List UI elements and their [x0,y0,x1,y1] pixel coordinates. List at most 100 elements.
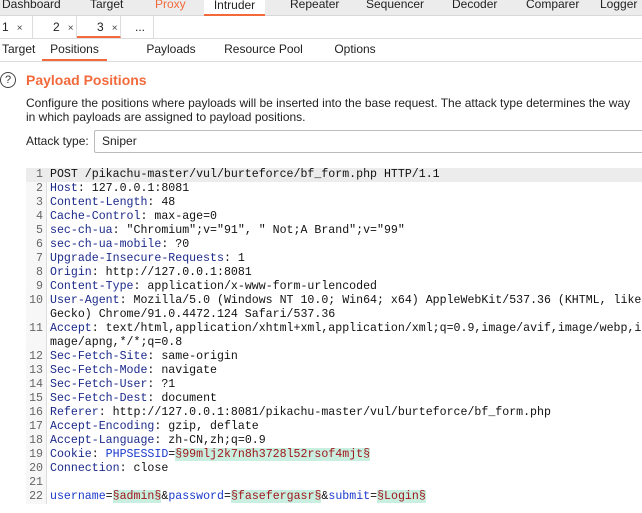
header-value: : 127.0.0.1:8081 [77,182,190,195]
close-icon[interactable]: × [112,23,118,34]
attack-tab-label: 3 [97,20,104,34]
request-line[interactable]: 12 Sec-Fetch-Site: same-origin [26,350,642,364]
sub-tab-payloads[interactable]: Payloads [143,39,199,61]
request-line[interactable]: 21 [26,476,642,490]
request-line[interactable]: 14 Sec-Fetch-User: ?1 [26,378,642,392]
main-tab-comparer[interactable]: Comparer [526,0,579,11]
header-value: : navigate [147,364,217,377]
parameter-name: submit [328,490,371,503]
request-line[interactable]: 3 Content-Length: 48 [26,196,642,210]
header-name: Sec-Fetch-Site [50,350,148,363]
header-name: Content-Type [50,280,134,293]
header-name: Content-Length [50,196,148,209]
line-number: 1 [36,168,43,181]
section-title: Payload Positions [26,72,147,88]
attack-tab-2[interactable]: 2 × [33,16,77,38]
header-value: : same-origin [147,350,238,363]
main-tab-decoder[interactable]: Decoder [452,0,497,11]
main-tab-sequencer[interactable]: Sequencer [366,0,424,11]
payload-position-marker[interactable]: §Login§ [377,490,426,503]
request-line[interactable]: 20 Connection: close [26,462,642,476]
line-number: 21 [29,476,43,489]
main-tab-logger[interactable]: Logger [600,0,637,11]
request-line[interactable]: 5 sec-ch-ua: "Chromium";v="91", " Not;A B… [26,224,642,238]
header-name: Referer [50,406,99,419]
header-name: Accept-Encoding [50,420,155,433]
main-tab-target[interactable]: Target [90,0,123,11]
payload-position-marker[interactable]: §99mlj2k7n8h3728l52rsof4mjt§ [175,448,371,461]
header-value: : text/html,application/xhtml+xml,applic… [50,322,642,349]
line-number: 12 [29,350,43,363]
request-line[interactable]: 8 Origin: http://127.0.0.1:8081 [26,266,642,280]
header-name: Sec-Fetch-Dest [50,392,148,405]
sub-tab-target[interactable]: Target [2,39,38,61]
attack-type-select[interactable]: Sniper [94,130,642,153]
request-line[interactable]: 10 User-Agent: Mozilla/5.0 (Windows NT 10… [26,294,642,322]
sub-tab-bar: Target Positions Payloads Resource Pool Opti… [0,39,642,62]
header-value: : zh-CN,zh;q=0.9 [154,434,266,447]
line-number: 4 [36,210,43,223]
sub-tab-positions[interactable]: Positions [42,39,107,61]
request-line[interactable]: 4 Cache-Control: max-age=0 [26,210,642,224]
line-number: 17 [29,420,43,433]
request-line[interactable]: 18 Accept-Language: zh-CN,zh;q=0.9 [26,434,642,448]
main-tab-repeater[interactable]: Repeater [290,0,339,11]
header-name: Origin [50,266,92,279]
header-name: Host [50,182,78,195]
header-value: : max-age=0 [140,210,217,223]
header-value: : 48 [147,196,176,209]
request-editor[interactable]: 1 POST /pikachu-master/vul/burteforce/bf_… [26,168,642,504]
line-number: 16 [29,406,43,419]
main-tab-dashboard[interactable]: Dashboard [2,0,61,11]
line-number: 5 [36,224,43,237]
line-number: 10 [29,294,43,307]
main-tab-proxy[interactable]: Proxy [155,0,186,11]
header-value: : http://127.0.0.1:8081 [91,266,252,279]
header-value: : gzip, deflate [154,420,259,433]
attack-tab-1[interactable]: 1 × [0,16,33,38]
line-number: 18 [29,434,43,447]
attack-tab-label: 2 [53,20,60,34]
line-number: 3 [36,196,43,209]
payload-position-marker[interactable]: §fasefergasr§ [230,490,322,503]
request-line[interactable]: 15 Sec-Fetch-Dest: document [26,392,642,406]
request-line[interactable]: 13 Sec-Fetch-Mode: navigate [26,364,642,378]
header-name: sec-ch-ua [50,224,113,237]
payload-position-marker[interactable]: §admin§ [112,490,162,503]
close-icon[interactable]: × [68,23,74,34]
request-line[interactable]: 1 POST /pikachu-master/vul/burteforce/bf_… [26,168,642,182]
parameter-name: password [168,490,224,503]
header-value: : ?0 [161,238,190,251]
request-line[interactable]: 6 sec-ch-ua-mobile: ?0 [26,238,642,252]
line-number: 11 [29,322,43,335]
header-value: : 1 [223,252,245,265]
request-line[interactable]: 22 username=§admin§&password=§fasefergasr… [26,490,642,504]
header-value: : "Chromium";v="91", " Not;A Brand";v="9… [112,224,405,237]
header-value: : application/x-www-form-urlencoded [133,280,378,293]
request-line[interactable]: 2 Host: 127.0.0.1:8081 [26,182,642,196]
header-value: : ?1 [147,378,176,391]
attack-tab-3[interactable]: 3 × [77,16,121,38]
request-line[interactable]: 9 Content-Type: application/x-www-form-ur… [26,280,642,294]
line-number: 8 [36,266,43,279]
line-number: 7 [36,252,43,265]
line-number: 19 [29,448,43,461]
header-value: : close [119,462,169,475]
line-number: 14 [29,378,43,391]
request-line[interactable]: 16 Referer: http://127.0.0.1:8081/pikachu… [26,406,642,420]
attack-tab-bar: 1 × 2 × 3 ×... [0,16,642,39]
close-icon[interactable]: × [17,23,23,34]
attack-tab-4[interactable]: ... [121,16,154,38]
help-icon[interactable]: ? [0,72,16,88]
request-line[interactable]: 19 Cookie: PHPSESSID=§99mlj2k7n8h3728l52r… [26,448,642,462]
request-line[interactable]: 7 Upgrade-Insecure-Requests: 1 [26,252,642,266]
attack-tab-label: 1 [2,20,9,34]
sub-tab-options[interactable]: Options [330,39,380,61]
header-value: : [91,448,106,461]
header-name: Connection [50,462,120,475]
request-line[interactable]: 11 Accept: text/html,application/xhtml+xm… [26,322,642,350]
request-line[interactable]: 17 Accept-Encoding: gzip, deflate [26,420,642,434]
sub-tab-resource-pool[interactable]: Resource Pool [221,39,306,61]
main-tab-intruder[interactable]: Intruder [204,0,265,16]
header-name: Cookie [50,448,92,461]
